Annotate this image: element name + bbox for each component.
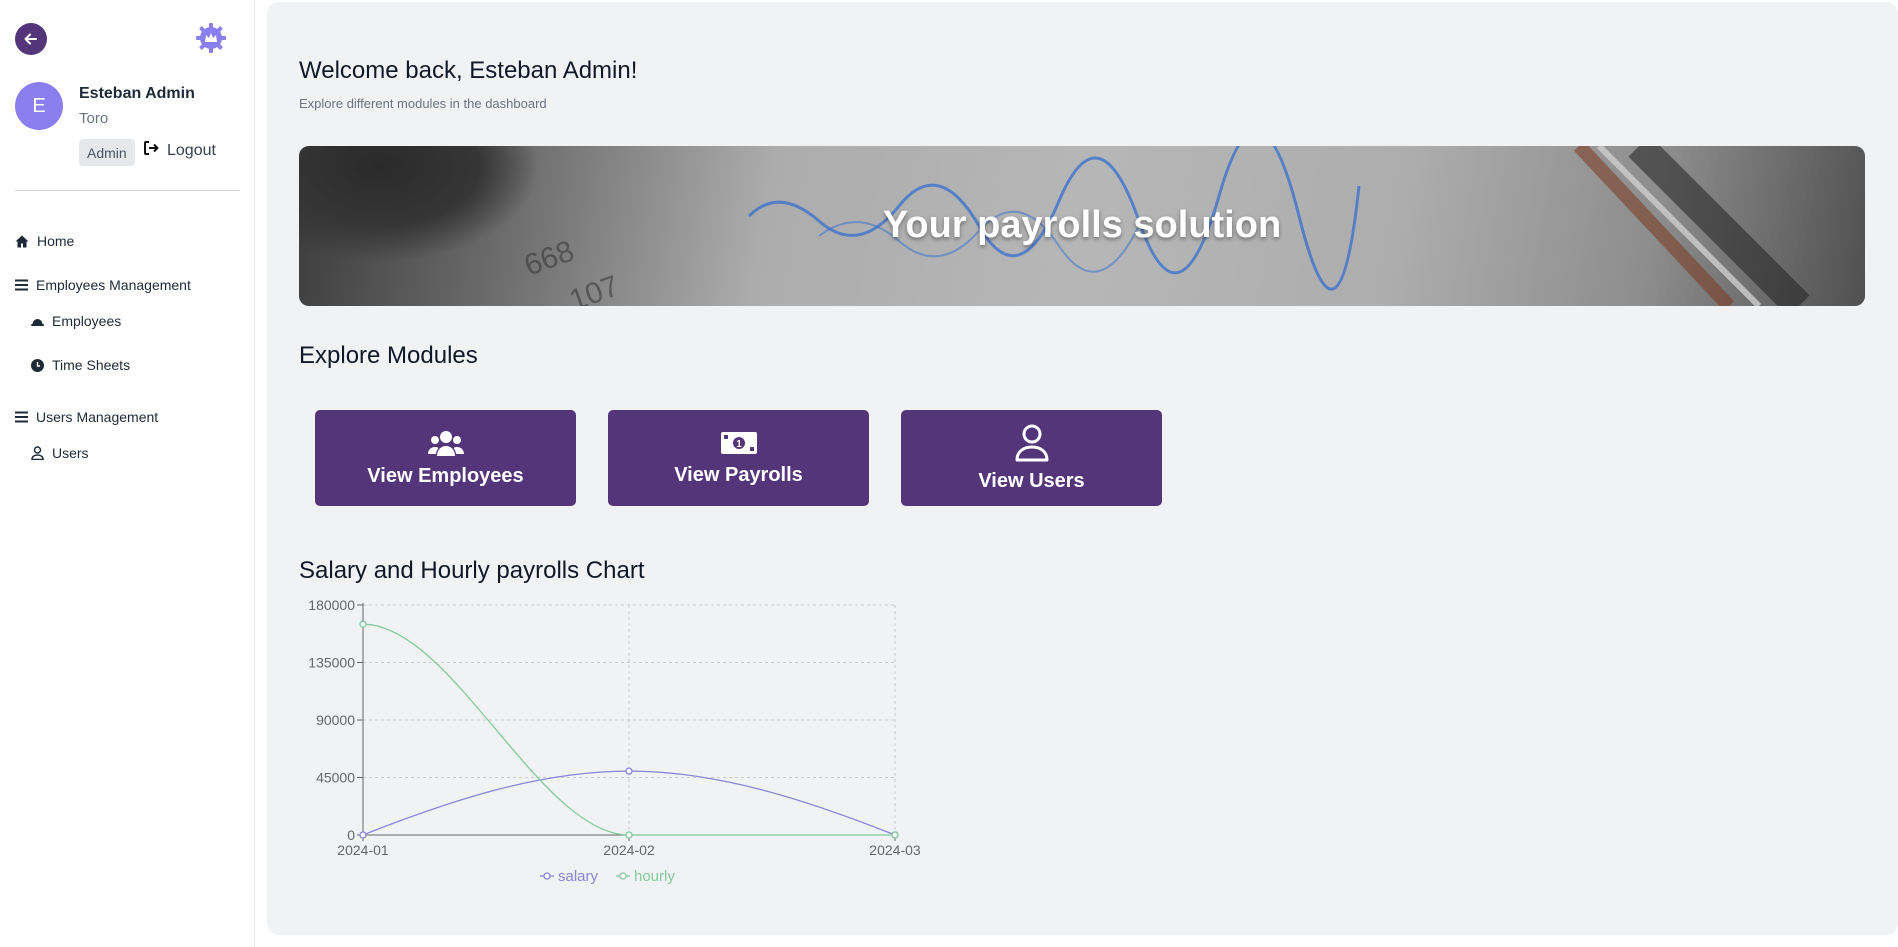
x-tick-label: 2024-03	[869, 842, 921, 858]
menu-icon	[15, 411, 28, 423]
sidebar-divider	[15, 190, 240, 191]
svg-text:107: 107	[565, 269, 623, 306]
user-subtitle: Toro	[79, 110, 109, 127]
y-tick-label: 180000	[308, 597, 355, 613]
view-payrolls-button[interactable]: 1 View Payrolls	[608, 410, 869, 506]
sidebar-item-users[interactable]: Users	[31, 445, 89, 461]
y-tick-label: 0	[347, 827, 355, 843]
sidebar-item-home[interactable]: Home	[15, 233, 74, 249]
module-label: View Employees	[367, 464, 524, 487]
sidebar-group-label: Employees Management	[36, 277, 191, 293]
module-label: View Payrolls	[674, 463, 803, 486]
sidebar-group-employees-management[interactable]: Employees Management	[15, 277, 191, 293]
data-point-hourly	[359, 620, 367, 628]
user-icon	[1015, 424, 1048, 461]
data-point-salary	[625, 767, 633, 775]
back-arrow-icon[interactable]	[15, 23, 47, 55]
x-tick-label: 2024-02	[603, 842, 655, 858]
payrolls-line-chart: 0 45000 90000 135000 180000 2024-01 2024-02 202…	[308, 597, 921, 885]
sidebar-group-users-management[interactable]: Users Management	[15, 409, 158, 425]
page-title: Welcome back, Esteban Admin!	[299, 57, 638, 84]
sidebar-group-label: Users Management	[36, 409, 159, 425]
legend-marker-point	[619, 872, 627, 880]
legend-label-salary: salary	[558, 868, 599, 885]
view-users-button[interactable]: View Users	[901, 410, 1162, 506]
legend-label-hourly: hourly	[634, 868, 675, 885]
avatar: E	[15, 82, 63, 130]
menu-icon	[15, 279, 28, 291]
sidebar-item-label: Users	[52, 445, 89, 461]
sidebar-item-time-sheets[interactable]: Time Sheets	[31, 357, 130, 373]
clock-icon	[31, 358, 44, 372]
y-tick-label: 135000	[308, 655, 355, 671]
logout-button[interactable]: Logout	[143, 140, 216, 161]
banner-title: Your payrolls solution	[882, 204, 1282, 246]
data-point-hourly	[891, 831, 899, 839]
gear-icon[interactable]	[195, 22, 227, 54]
data-point-hourly	[625, 831, 633, 839]
sidebar: E Esteban Admin Toro Admin Logout Home E…	[0, 0, 255, 947]
user-name: Esteban Admin	[79, 85, 195, 102]
user-icon	[31, 446, 44, 460]
hero-banner: 668 107 Your payrolls solution	[299, 146, 1865, 306]
chart-title: Salary and Hourly payrolls Chart	[299, 557, 645, 584]
y-tick-label: 45000	[316, 770, 355, 786]
modules-section-title: Explore Modules	[299, 342, 478, 369]
view-employees-button[interactable]: View Employees	[315, 410, 576, 506]
users-group-icon	[427, 430, 464, 456]
sidebar-item-employees[interactable]: Employees	[31, 313, 121, 329]
logout-label: Logout	[167, 141, 216, 159]
svg-text:1: 1	[736, 439, 742, 450]
y-tick-label: 90000	[316, 712, 355, 728]
legend-marker-point	[543, 872, 551, 880]
data-point-salary	[359, 831, 367, 839]
sidebar-item-label: Time Sheets	[52, 357, 131, 373]
hard-hat-icon	[31, 319, 44, 326]
home-icon	[15, 235, 29, 247]
money-bill-icon: 1	[720, 431, 757, 454]
sidebar-border	[254, 205, 255, 947]
sidebar-item-label: Home	[37, 233, 75, 249]
x-tick-label: 2024-01	[337, 842, 389, 858]
page-subtitle: Explore different modules in the dashboa…	[299, 96, 547, 111]
sidebar-item-label: Employees	[52, 313, 122, 329]
role-badge: Admin	[79, 139, 135, 166]
module-label: View Users	[978, 469, 1085, 492]
logout-icon	[143, 140, 159, 161]
